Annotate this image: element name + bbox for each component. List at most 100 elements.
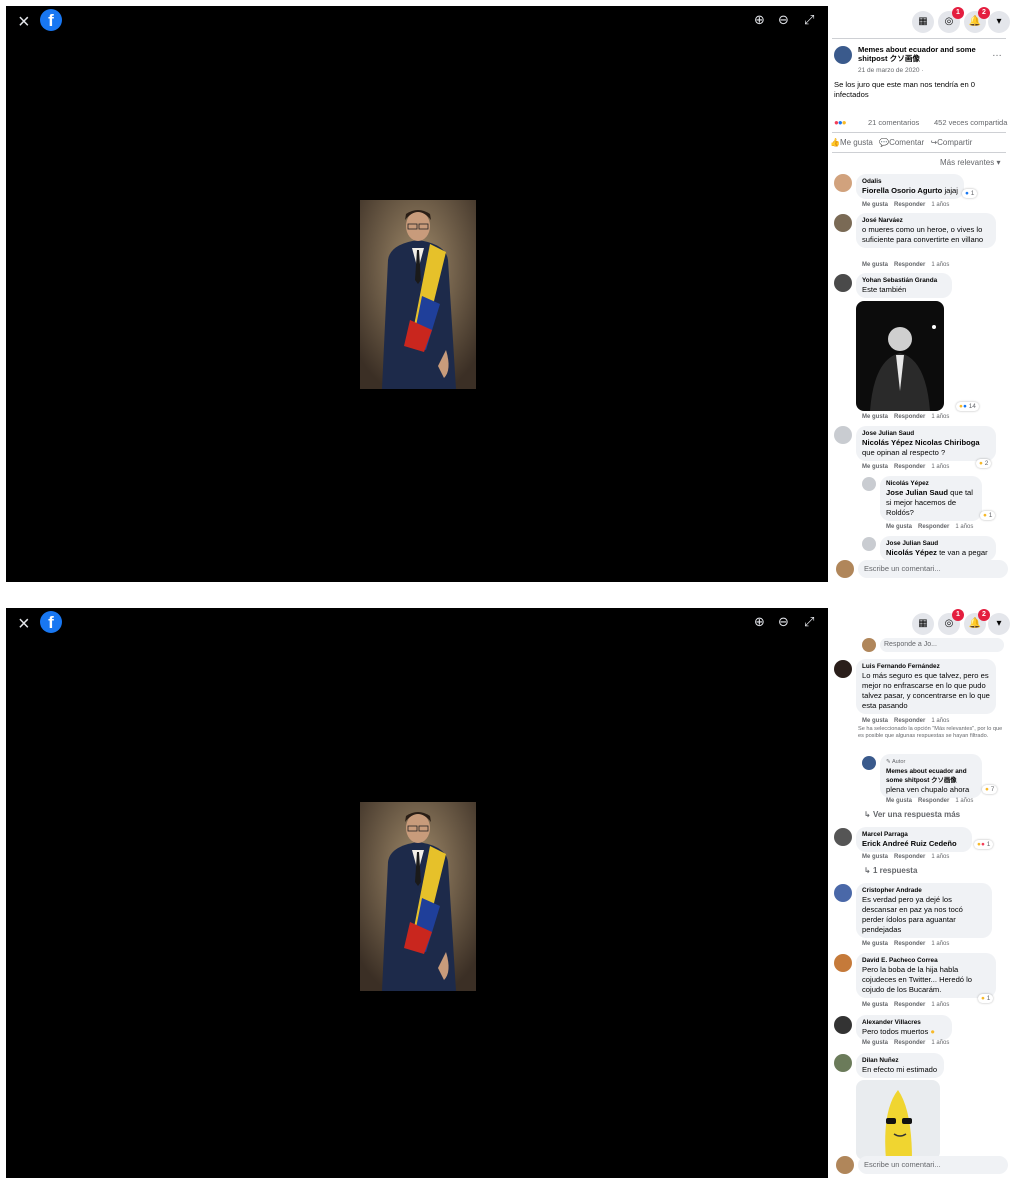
- avatar[interactable]: [834, 1016, 852, 1034]
- zoom-in-icon[interactable]: ⊕: [754, 13, 765, 27]
- page-avatar[interactable]: [834, 46, 852, 64]
- comment-author[interactable]: Nicolás Yépez: [886, 479, 976, 488]
- comment-time[interactable]: 1 años: [931, 1002, 949, 1008]
- comment-like-button[interactable]: Me gusta: [862, 941, 888, 947]
- comment-reaction-count[interactable]: ● 1: [962, 189, 978, 198]
- zoom-out-icon[interactable]: ⊖: [778, 13, 789, 27]
- comment-time[interactable]: 1 años: [931, 1040, 949, 1046]
- messenger-icon[interactable]: ◎ 1: [938, 7, 964, 33]
- comment-author[interactable]: Jose Julian Saud: [886, 539, 990, 548]
- comment-reply-button[interactable]: Responder: [894, 262, 925, 268]
- view-more-replies-link[interactable]: ↳ Ver una respuesta más: [864, 810, 960, 819]
- avatar[interactable]: [834, 954, 852, 972]
- avatar[interactable]: [834, 174, 852, 192]
- messenger-icon[interactable]: ◎ 1: [938, 609, 964, 635]
- comment-like-button[interactable]: Me gusta: [862, 414, 888, 420]
- comment-like-button[interactable]: Me gusta: [862, 854, 888, 860]
- reaction-icons[interactable]: ●●●: [834, 118, 846, 127]
- comment-input[interactable]: Escribe un comentari...: [858, 1156, 1008, 1174]
- fullscreen-icon[interactable]: ⤢: [804, 13, 814, 27]
- comment-time[interactable]: 1 años: [931, 854, 949, 860]
- comment-like-button[interactable]: Me gusta: [886, 798, 912, 804]
- comments-count[interactable]: 21 comentarios: [868, 118, 919, 127]
- comment-reply-button[interactable]: Responder: [918, 524, 949, 530]
- comment-author[interactable]: Alexander Villacres: [862, 1018, 946, 1027]
- comment-like-button[interactable]: Me gusta: [862, 1040, 888, 1046]
- comment-like-button[interactable]: Me gusta: [886, 524, 912, 530]
- comment-like-button[interactable]: Me gusta: [862, 262, 888, 268]
- zoom-in-icon[interactable]: ⊕: [754, 615, 765, 629]
- comment-reply-button[interactable]: Responder: [894, 414, 925, 420]
- current-user-avatar[interactable]: [836, 560, 854, 578]
- tagged-name[interactable]: Erick Andreé Ruiz Cedeño: [862, 839, 957, 848]
- comment-reply-button[interactable]: Responder: [894, 1002, 925, 1008]
- comment-reaction-count[interactable]: ●● 14: [956, 402, 979, 411]
- comment-author[interactable]: Marcel Parraga: [862, 830, 966, 839]
- account-menu-chevron-icon[interactable]: ▾: [988, 613, 1010, 635]
- comment-author[interactable]: José Narváez: [862, 216, 990, 225]
- comment-like-button[interactable]: Me gusta: [862, 718, 888, 724]
- account-menu-chevron-icon[interactable]: ▾: [988, 11, 1010, 33]
- tagged-name[interactable]: Fiorella Osorio Agurto: [862, 186, 942, 195]
- view-replies-link[interactable]: ↳ 1 respuesta: [864, 866, 917, 875]
- facebook-logo-icon[interactable]: f: [40, 611, 62, 633]
- comment-time[interactable]: 1 años: [931, 262, 949, 268]
- comment-reply-button[interactable]: Responder: [894, 202, 925, 208]
- comment-time[interactable]: 1 años: [931, 464, 949, 470]
- comment-reply-button[interactable]: Responder: [894, 464, 925, 470]
- banana-sticker-image[interactable]: [856, 1080, 940, 1160]
- comment-author[interactable]: David E. Pacheco Correa: [862, 956, 990, 965]
- close-icon[interactable]: ×: [18, 12, 30, 32]
- reply-input[interactable]: Responde a Jo...: [880, 638, 1004, 652]
- menu-grid-icon[interactable]: ▦: [912, 11, 934, 33]
- avatar[interactable]: [862, 756, 876, 770]
- zoom-out-icon[interactable]: ⊖: [778, 615, 789, 629]
- current-user-avatar[interactable]: [862, 638, 876, 652]
- like-button[interactable]: Me gusta: [840, 138, 873, 147]
- comment-photo-image[interactable]: [856, 301, 944, 411]
- comment-author[interactable]: Yohan Sebastián Granda: [862, 276, 946, 285]
- tagged-name[interactable]: Jose Julian Saud: [886, 488, 948, 497]
- avatar[interactable]: [834, 274, 852, 292]
- menu-grid-icon[interactable]: ▦: [912, 613, 934, 635]
- avatar[interactable]: [834, 214, 852, 232]
- facebook-logo-icon[interactable]: f: [40, 9, 62, 31]
- comment-time[interactable]: 1 años: [931, 941, 949, 947]
- shares-count[interactable]: 452 veces compartida: [934, 118, 1007, 127]
- tagged-name[interactable]: Nicolás Yépez: [886, 548, 937, 557]
- comment-time[interactable]: 1 años: [931, 202, 949, 208]
- comment-like-button[interactable]: Me gusta: [862, 202, 888, 208]
- avatar[interactable]: [834, 884, 852, 902]
- comment-time[interactable]: 1 años: [931, 718, 949, 724]
- comment-author[interactable]: Jose Julian Saud: [862, 429, 990, 438]
- post-date[interactable]: 21 de marzo de 2020 ·: [858, 67, 923, 74]
- comment-reaction-count[interactable]: ● 1: [980, 511, 996, 520]
- avatar[interactable]: [834, 426, 852, 444]
- comment-author[interactable]: Odalis: [862, 177, 958, 186]
- page-name[interactable]: Memes about ecuador and some shitpost クソ…: [858, 45, 988, 63]
- comment-reaction-count[interactable]: ●● 1: [974, 840, 994, 849]
- comment-author[interactable]: Memes about ecuador and some shitpost クソ…: [886, 767, 976, 785]
- comment-reply-button[interactable]: Responder: [894, 941, 925, 947]
- comment-time[interactable]: 1 años: [955, 524, 973, 530]
- fullscreen-icon[interactable]: ⤢: [804, 615, 814, 629]
- avatar[interactable]: [834, 660, 852, 678]
- comment-author[interactable]: Luis Fernando Fernández: [862, 662, 990, 671]
- comment-reply-button[interactable]: Responder: [894, 1040, 925, 1046]
- comment-time[interactable]: 1 años: [931, 414, 949, 420]
- avatar[interactable]: [862, 537, 876, 551]
- tagged-name[interactable]: Nicolás Yépez Nicolas Chiriboga: [862, 438, 980, 447]
- close-icon[interactable]: ×: [18, 614, 30, 634]
- current-user-avatar[interactable]: [836, 1156, 854, 1174]
- comment-input[interactable]: Escribe un comentari...: [858, 560, 1008, 578]
- avatar[interactable]: [834, 1054, 852, 1072]
- comment-author[interactable]: Dilan Nuñez: [862, 1056, 938, 1065]
- comment-reaction-count[interactable]: ● 1: [978, 994, 994, 1003]
- comment-reply-button[interactable]: Responder: [918, 798, 949, 804]
- more-options-icon[interactable]: …: [992, 48, 1002, 59]
- comment-reaction-count[interactable]: ● 7: [982, 785, 998, 794]
- notifications-bell-icon[interactable]: 🔔 2: [964, 609, 990, 635]
- sort-dropdown[interactable]: Más relevantes ▾: [940, 158, 1001, 167]
- comment-reaction-count[interactable]: ● 2: [976, 459, 992, 468]
- share-button[interactable]: Compartir: [937, 138, 972, 147]
